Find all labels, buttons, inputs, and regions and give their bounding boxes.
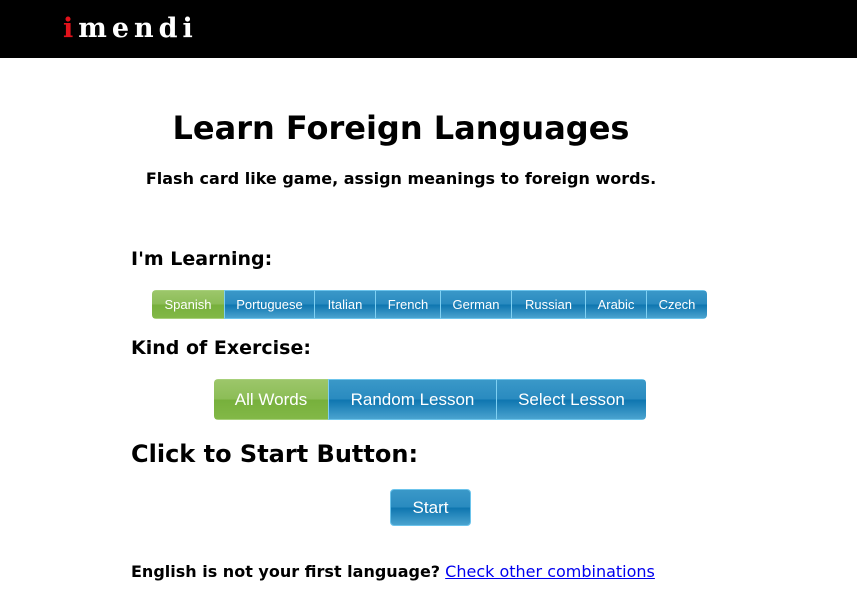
start-heading: Click to Start Button: — [131, 440, 419, 468]
language-option-arabic[interactable]: Arabic — [585, 290, 646, 319]
language-option-spanish[interactable]: Spanish — [152, 290, 224, 319]
exercise-option-select-lesson[interactable]: Select Lesson — [496, 379, 646, 420]
start-button[interactable]: Start — [390, 489, 471, 526]
learning-heading: I'm Learning: — [131, 248, 273, 270]
exercise-option-all-words[interactable]: All Words — [214, 379, 328, 420]
first-language-question: English is not your first language? — [131, 562, 441, 581]
exercise-option-random-lesson[interactable]: Random Lesson — [328, 379, 496, 420]
language-selector: Spanish Portuguese Italian French German… — [152, 290, 707, 319]
page-title: Learn Foreign Languages — [172, 109, 630, 147]
page-subtitle: Flash card like game, assign meanings to… — [145, 169, 657, 188]
language-option-portuguese[interactable]: Portuguese — [224, 290, 314, 319]
language-option-czech[interactable]: Czech — [646, 290, 707, 319]
language-option-russian[interactable]: Russian — [511, 290, 585, 319]
footer-line: English is not your first language? Chec… — [131, 561, 655, 583]
logo-rest: mendi — [78, 13, 198, 44]
language-option-italian[interactable]: Italian — [314, 290, 375, 319]
imendi-logo[interactable]: imendi — [63, 12, 198, 46]
other-combinations-link[interactable]: Check other combinations — [445, 562, 655, 581]
logo-first-letter: i — [63, 13, 79, 44]
exercise-heading: Kind of Exercise: — [131, 337, 311, 359]
language-option-french[interactable]: French — [375, 290, 440, 319]
language-option-german[interactable]: German — [440, 290, 511, 319]
exercise-selector: All Words Random Lesson Select Lesson — [214, 379, 646, 420]
top-bar: imendi — [0, 0, 857, 58]
